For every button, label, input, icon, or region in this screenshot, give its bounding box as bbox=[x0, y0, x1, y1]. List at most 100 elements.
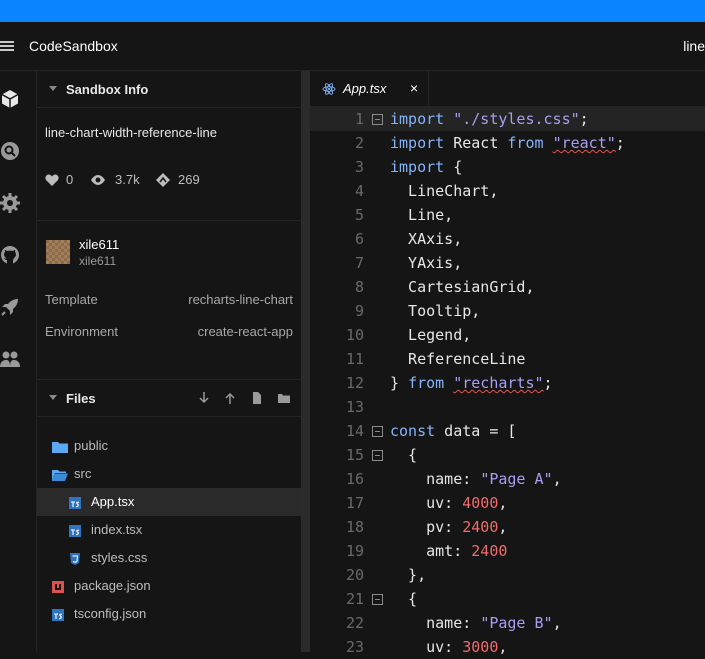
code-token: uv: bbox=[390, 638, 463, 656]
fold-icon[interactable] bbox=[372, 426, 383, 437]
code-line[interactable]: 23 uv: 3000, bbox=[310, 635, 705, 659]
line-number: 7 bbox=[354, 254, 364, 272]
file-name: tsconfig.json bbox=[74, 606, 147, 621]
code-line[interactable]: 18 pv: 2400, bbox=[310, 515, 705, 539]
code-text: amt: 2400 bbox=[390, 542, 507, 560]
forks-count: 269 bbox=[178, 172, 200, 187]
upload-icon[interactable] bbox=[224, 391, 236, 405]
code-editor: App.tsx × 1 import "./styles.css"; 2 import… bbox=[310, 71, 705, 656]
fold-icon[interactable] bbox=[372, 594, 383, 605]
code-line[interactable]: 17 uv: 4000, bbox=[310, 491, 705, 515]
line-number: 21 bbox=[345, 590, 364, 608]
line-number: 9 bbox=[354, 302, 364, 320]
header-sandbox-title: line bbox=[683, 38, 705, 54]
code-line[interactable]: 13 bbox=[310, 395, 705, 419]
github-icon[interactable] bbox=[0, 245, 20, 265]
code-line[interactable]: 7 YAxis, bbox=[310, 251, 705, 275]
app-name: CodeSandbox bbox=[29, 38, 118, 54]
code-text: const data = [ bbox=[390, 422, 516, 440]
code-token: const bbox=[390, 422, 436, 440]
gear-icon[interactable] bbox=[0, 193, 20, 213]
fork-icon bbox=[156, 173, 170, 187]
code-token: "Page A" bbox=[480, 470, 553, 488]
code-line[interactable]: 10 Legend, bbox=[310, 323, 705, 347]
code-line[interactable]: 11 ReferenceLine bbox=[310, 347, 705, 371]
code-token: , bbox=[498, 518, 508, 536]
code-line[interactable]: 19 amt: 2400 bbox=[310, 539, 705, 563]
line-number: 8 bbox=[354, 278, 364, 296]
tab-app-tsx[interactable]: App.tsx × bbox=[310, 71, 429, 106]
file-tree-item[interactable]: styles.css bbox=[37, 544, 301, 572]
file-tree-item[interactable]: index.tsx bbox=[37, 516, 301, 544]
code-line[interactable]: 4 LineChart, bbox=[310, 179, 705, 203]
line-number: 15 bbox=[345, 446, 364, 464]
code-token: "./styles.css" bbox=[453, 110, 580, 128]
sandbox-info-title: Sandbox Info bbox=[66, 82, 149, 97]
code-token: YAxis, bbox=[390, 254, 463, 272]
code-line[interactable]: 8 CartesianGrid, bbox=[310, 275, 705, 299]
close-icon[interactable]: × bbox=[410, 80, 418, 96]
template-value[interactable]: recharts-line-chart bbox=[188, 292, 293, 307]
code-text: import { bbox=[390, 158, 462, 176]
code-area[interactable]: 1 import "./styles.css"; 2 import React fro… bbox=[310, 107, 705, 656]
file-tree-item[interactable]: tsconfig.json bbox=[37, 600, 301, 628]
line-number: 3 bbox=[354, 158, 364, 176]
code-token: React bbox=[444, 134, 508, 152]
fold-icon[interactable] bbox=[372, 450, 383, 461]
fold-icon[interactable] bbox=[372, 114, 383, 125]
code-line[interactable]: 22 name: "Page B", bbox=[310, 611, 705, 635]
new-folder-icon[interactable] bbox=[277, 391, 291, 405]
code-line[interactable]: 14 const data = [ bbox=[310, 419, 705, 443]
box-icon[interactable] bbox=[0, 89, 20, 109]
file-tree-item[interactable]: App.tsx bbox=[37, 488, 301, 516]
file-name: styles.css bbox=[91, 550, 148, 565]
files-header[interactable]: Files bbox=[37, 380, 301, 417]
line-number: 6 bbox=[354, 230, 364, 248]
code-token: import bbox=[390, 158, 445, 176]
sandbox-info-header[interactable]: Sandbox Info bbox=[37, 71, 301, 108]
code-text: }, bbox=[390, 566, 426, 584]
code-text: uv: 4000, bbox=[390, 494, 507, 512]
file-name: package.json bbox=[74, 578, 151, 593]
file-name: App.tsx bbox=[91, 494, 135, 509]
tab-label: App.tsx bbox=[343, 81, 387, 96]
code-line[interactable]: 1 import "./styles.css"; bbox=[310, 107, 705, 131]
code-line[interactable]: 20 }, bbox=[310, 563, 705, 587]
code-text: Legend, bbox=[390, 326, 471, 344]
code-line[interactable]: 15 { bbox=[310, 443, 705, 467]
file-tree-item[interactable]: src bbox=[37, 460, 301, 488]
editor-tab-bar: App.tsx × bbox=[310, 71, 705, 107]
code-line[interactable]: 3 import { bbox=[310, 155, 705, 179]
code-token: , bbox=[498, 494, 508, 512]
code-text: ReferenceLine bbox=[390, 350, 525, 368]
activity-bar bbox=[0, 71, 37, 652]
code-line[interactable]: 5 Line, bbox=[310, 203, 705, 227]
code-line[interactable]: 12} from "recharts"; bbox=[310, 371, 705, 395]
code-line[interactable]: 21 { bbox=[310, 587, 705, 611]
new-file-icon[interactable] bbox=[251, 391, 263, 405]
code-line[interactable]: 6 XAxis, bbox=[310, 227, 705, 251]
code-text: import React from "react"; bbox=[390, 134, 625, 152]
code-token: ; bbox=[579, 110, 589, 128]
search-icon[interactable] bbox=[0, 141, 20, 161]
avatar[interactable] bbox=[46, 240, 70, 264]
code-token: import bbox=[390, 134, 445, 152]
code-line[interactable]: 9 Tooltip, bbox=[310, 299, 705, 323]
code-token: 2400 bbox=[471, 542, 508, 560]
typescript-file-icon bbox=[69, 496, 83, 509]
code-line[interactable]: 2 import React from "react"; bbox=[310, 131, 705, 155]
file-tree-item[interactable]: package.json bbox=[37, 572, 301, 600]
menu-icon[interactable] bbox=[0, 41, 14, 51]
file-tree-item[interactable]: public bbox=[37, 432, 301, 460]
typescript-file-icon bbox=[52, 608, 66, 621]
code-token: pv: bbox=[390, 518, 463, 536]
sidebar-scrollbar[interactable] bbox=[301, 71, 310, 652]
author-name[interactable]: xile611 bbox=[79, 237, 119, 252]
code-token: } bbox=[390, 374, 409, 392]
users-icon[interactable] bbox=[0, 349, 20, 369]
code-text: { bbox=[390, 590, 417, 608]
rocket-icon[interactable] bbox=[0, 297, 20, 317]
download-icon[interactable] bbox=[198, 391, 210, 405]
code-line[interactable]: 16 name: "Page A", bbox=[310, 467, 705, 491]
divider bbox=[37, 220, 301, 221]
